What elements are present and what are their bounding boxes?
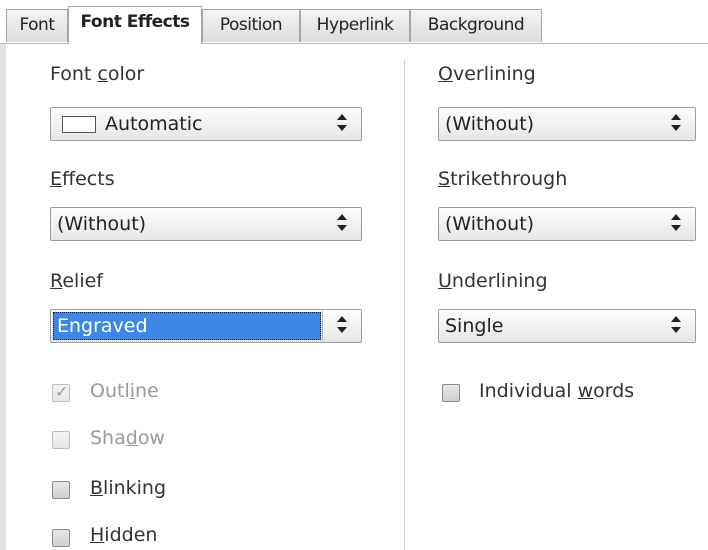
blinking-label: Blinking xyxy=(90,477,167,499)
underlining-label: Underlining xyxy=(438,270,548,292)
hidden-label: Hidden xyxy=(90,524,158,546)
panel-edge xyxy=(0,44,6,550)
up-down-arrows-icon xyxy=(337,316,347,336)
tab-font[interactable]: Font xyxy=(6,9,68,42)
relief-value: Engraved xyxy=(57,315,148,337)
tab-background[interactable]: Background xyxy=(410,9,542,42)
strikethrough-value: (Without) xyxy=(445,213,535,235)
underlining-value: Single xyxy=(445,315,504,337)
overlining-select[interactable]: (Without) xyxy=(438,107,696,141)
relief-label: Relief xyxy=(50,270,103,292)
column-divider xyxy=(404,60,405,550)
outline-label: Outline xyxy=(90,380,159,402)
individual-words-checkbox[interactable] xyxy=(442,384,460,402)
color-swatch-icon xyxy=(62,116,96,133)
hidden-checkbox[interactable] xyxy=(52,529,70,547)
strikethrough-select[interactable]: (Without) xyxy=(438,207,696,241)
effects-value: (Without) xyxy=(57,213,147,235)
checkmark-icon: ✓ xyxy=(55,382,69,401)
up-down-arrows-icon xyxy=(671,214,681,234)
up-down-arrows-icon xyxy=(671,316,681,336)
tab-position[interactable]: Position xyxy=(202,9,300,42)
tab-hyperlink[interactable]: Hyperlink xyxy=(300,9,410,42)
up-down-arrows-icon xyxy=(337,114,347,134)
strikethrough-label: Strikethrough xyxy=(438,168,568,190)
effects-select[interactable]: (Without) xyxy=(50,207,362,241)
overlining-value: (Without) xyxy=(445,113,535,135)
shadow-checkbox[interactable] xyxy=(52,431,70,449)
blinking-checkbox[interactable] xyxy=(52,481,70,499)
up-down-arrows-icon xyxy=(671,114,681,134)
font-color-label: Font color xyxy=(50,63,145,85)
relief-select[interactable]: Engraved xyxy=(50,309,362,343)
font-color-value: Automatic xyxy=(105,113,203,135)
shadow-label: Shadow xyxy=(90,427,165,449)
up-down-arrows-icon xyxy=(337,214,347,234)
overlining-label: Overlining xyxy=(438,63,536,85)
tab-font-effects[interactable]: Font Effects xyxy=(68,6,202,44)
outline-checkbox[interactable]: ✓ xyxy=(52,382,70,402)
tab-bar: Font Font Effects Position Hyperlink Bac… xyxy=(0,0,708,44)
effects-label: Effects xyxy=(50,168,115,190)
individual-words-label: Individual words xyxy=(479,380,635,402)
font-color-select[interactable]: Automatic xyxy=(50,107,362,141)
combo-separator xyxy=(322,311,323,341)
underlining-select[interactable]: Single xyxy=(438,309,696,343)
